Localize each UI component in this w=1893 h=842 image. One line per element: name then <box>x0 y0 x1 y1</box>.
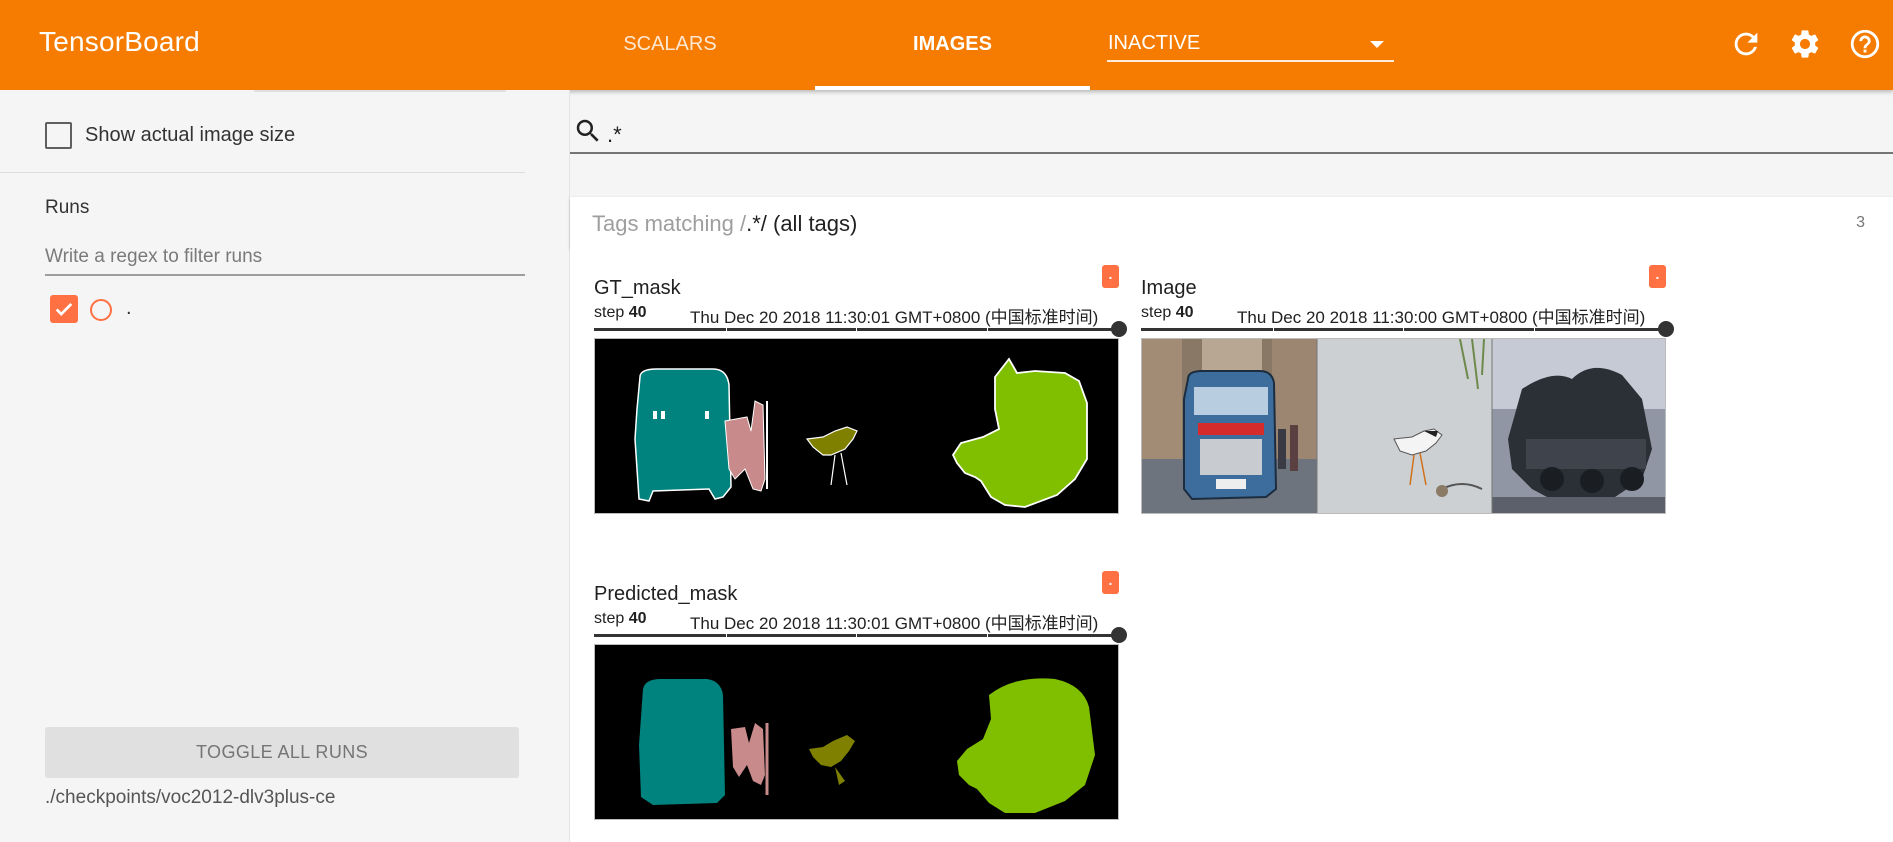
app-title: TensorBoard <box>39 26 200 57</box>
tag-filter-bar[interactable]: .* <box>570 112 1893 154</box>
logdir-path: ./checkpoints/voc2012-dlv3plus-ce <box>45 787 336 808</box>
predicted-mask-image <box>594 644 1119 820</box>
show-actual-size-label: Show actual image size <box>85 124 296 146</box>
sidebar-top-divider <box>254 90 506 92</box>
run-radio-button[interactable] <box>90 299 112 321</box>
step-value: 40 <box>1175 304 1194 321</box>
timestamp: Thu Dec 20 2018 11:30:01 GMT+0800 (中国标准时… <box>690 308 1099 327</box>
input-image <box>1141 338 1666 514</box>
toggle-all-runs-button[interactable]: TOGGLE ALL RUNS <box>45 727 519 778</box>
step-value: 40 <box>628 610 647 627</box>
tag-group-prefix: Tags matching / <box>592 211 747 236</box>
tab-scalars[interactable]: SCALARS <box>565 0 775 90</box>
runs-filter-input[interactable] <box>45 240 525 276</box>
image-card-image: Image . step 40 Thu Dec 20 2018 11:30:00… <box>1117 265 1674 525</box>
chevron-down-icon <box>1370 41 1384 48</box>
top-toolbar: TensorBoard SCALARS IMAGES INACTIVE <box>0 0 1893 90</box>
runs-title: Runs <box>45 197 90 218</box>
settings-icon[interactable] <box>1788 27 1822 61</box>
slider-tick <box>726 633 727 638</box>
tag-filter-input[interactable]: .* <box>607 122 622 148</box>
tag-group-title: Tags matching /.*/ (all tags) <box>592 211 857 237</box>
slider-tick <box>726 327 727 332</box>
inactive-dropdown-value: INACTIVE <box>1108 32 1201 54</box>
step-label: step 40 <box>594 610 647 627</box>
help-icon[interactable] <box>1848 27 1882 61</box>
slider-tick <box>1534 327 1535 332</box>
run-checkbox[interactable] <box>50 295 78 323</box>
tag-count: 3 <box>1856 214 1865 231</box>
sidebar: Show actual image size Runs . TOGGLE ALL… <box>0 90 570 842</box>
show-actual-size-checkbox[interactable] <box>45 122 72 149</box>
timestamp: Thu Dec 20 2018 11:30:01 GMT+0800 (中国标准时… <box>690 614 1099 633</box>
tab-images[interactable]: IMAGES <box>815 0 1090 90</box>
step-slider-thumb[interactable] <box>1658 321 1674 337</box>
step-label: step 40 <box>594 304 647 321</box>
main-panel: .* Tags matching /.*/ (all tags) 3 GT_ma… <box>570 90 1893 842</box>
tag-group-pattern: .* <box>746 211 761 236</box>
slider-tick <box>856 633 857 638</box>
run-badge: . <box>1649 265 1666 288</box>
slider-tick <box>987 633 988 638</box>
tag-group-header[interactable]: Tags matching /.*/ (all tags) 3 <box>570 197 1893 249</box>
card-title: Image <box>1141 277 1197 299</box>
step-slider-thumb[interactable] <box>1111 627 1127 643</box>
slider-tick <box>856 327 857 332</box>
sidebar-divider <box>0 172 525 173</box>
card-title: GT_mask <box>594 277 681 299</box>
run-badge: . <box>1102 571 1119 594</box>
card-title: Predicted_mask <box>594 583 738 605</box>
search-icon <box>576 119 599 142</box>
image-card-gt-mask: GT_mask . step 40 Thu Dec 20 2018 11:30:… <box>570 265 1127 525</box>
slider-tick <box>1403 327 1404 332</box>
image-card-predicted-mask: Predicted_mask . step 40 Thu Dec 20 2018… <box>570 571 1127 831</box>
slider-tick <box>987 327 988 332</box>
inactive-dashboards-dropdown[interactable]: INACTIVE <box>1107 24 1394 62</box>
timestamp: Thu Dec 20 2018 11:30:00 GMT+0800 (中国标准时… <box>1237 308 1646 327</box>
slider-tick <box>1273 327 1274 332</box>
tag-group-suffix: / (all tags) <box>760 211 858 236</box>
refresh-icon[interactable] <box>1729 27 1763 61</box>
gt-mask-image <box>594 338 1119 514</box>
run-name: . <box>126 297 132 319</box>
step-value: 40 <box>628 304 647 321</box>
step-label: step 40 <box>1141 304 1194 321</box>
